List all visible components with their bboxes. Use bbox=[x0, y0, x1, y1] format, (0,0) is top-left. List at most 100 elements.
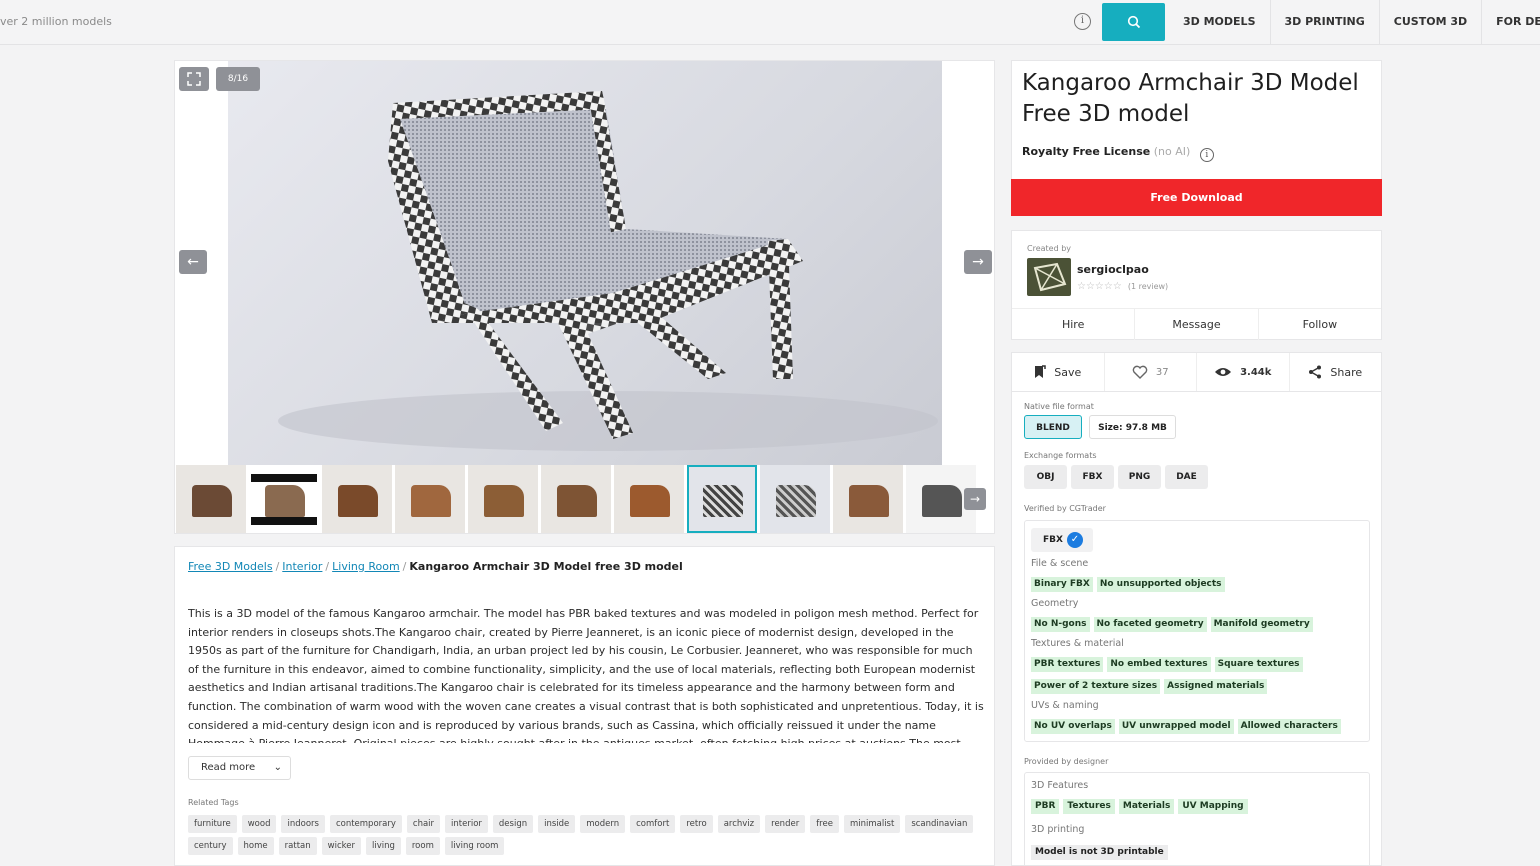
model-gallery: 8/16 ← → → bbox=[174, 60, 995, 534]
avatar[interactable] bbox=[1027, 258, 1071, 296]
verify-row: Binary FBX No unsupported objects bbox=[1031, 577, 1225, 592]
thumbnail[interactable] bbox=[176, 465, 246, 533]
verify-group-title: Textures & material bbox=[1031, 638, 1124, 649]
provided-label: Provided by designer bbox=[1024, 757, 1109, 766]
creator-actions: Hire Message Follow bbox=[1012, 308, 1381, 340]
share-button[interactable]: Share bbox=[1290, 353, 1382, 391]
related-tag[interactable]: modern bbox=[580, 815, 626, 833]
related-tag[interactable]: rattan bbox=[278, 837, 317, 855]
license-name[interactable]: Royalty Free License bbox=[1022, 145, 1150, 158]
verify-tag: No UV overlaps bbox=[1031, 719, 1115, 734]
thumbnail[interactable] bbox=[760, 465, 830, 533]
top-bar: ver 2 million models i 3D MODELS 3D PRIN… bbox=[0, 0, 1540, 45]
feature-tag: Materials bbox=[1118, 799, 1175, 814]
info-icon[interactable]: i bbox=[1074, 13, 1091, 30]
related-tag[interactable]: retro bbox=[680, 815, 713, 833]
related-tag[interactable]: chair bbox=[406, 815, 441, 833]
related-tag[interactable]: living bbox=[365, 837, 401, 855]
feature-tag: Textures bbox=[1063, 799, 1115, 814]
related-tag[interactable]: century bbox=[188, 837, 233, 855]
features-title: 3D Features bbox=[1031, 780, 1089, 791]
creator-name[interactable]: sergioclpao bbox=[1077, 263, 1149, 276]
review-count[interactable]: (1 review) bbox=[1128, 282, 1168, 291]
nav-3d-models[interactable]: 3D MODELS bbox=[1169, 0, 1271, 44]
related-tag[interactable]: free bbox=[810, 815, 839, 833]
stats-bar: Save 37 3.44k Share bbox=[1011, 352, 1382, 392]
like-button[interactable]: 37 bbox=[1105, 353, 1197, 391]
thumbnails-next-button[interactable]: → bbox=[964, 488, 986, 510]
thumbnail[interactable] bbox=[614, 465, 684, 533]
thumbnail[interactable] bbox=[468, 465, 538, 533]
save-label: Save bbox=[1054, 365, 1082, 379]
related-tag[interactable]: indoors bbox=[281, 815, 325, 833]
breadcrumb-interior[interactable]: Interior bbox=[282, 560, 322, 573]
heart-icon bbox=[1132, 365, 1148, 379]
thumbnail[interactable] bbox=[541, 465, 611, 533]
thumbnail-active[interactable] bbox=[687, 465, 757, 533]
format-dae[interactable]: DAE bbox=[1165, 465, 1208, 489]
bookmark-icon bbox=[1035, 365, 1046, 378]
native-format-badge[interactable]: BLEND bbox=[1024, 415, 1082, 439]
fullscreen-icon bbox=[187, 72, 201, 86]
message-button[interactable]: Message bbox=[1135, 309, 1259, 340]
verify-row: No UV overlaps UV unwrapped model Allowe… bbox=[1031, 719, 1341, 734]
main-nav: 3D MODELS 3D PRINTING CUSTOM 3D FOR DESI… bbox=[1169, 0, 1540, 44]
hire-button[interactable]: Hire bbox=[1012, 309, 1136, 340]
related-tag[interactable]: comfort bbox=[630, 815, 676, 833]
format-fbx[interactable]: FBX bbox=[1071, 465, 1114, 489]
related-tag[interactable]: interior bbox=[445, 815, 488, 833]
related-tag[interactable]: design bbox=[492, 815, 534, 833]
free-download-button[interactable]: Free Download bbox=[1011, 179, 1382, 216]
thumbnail-strip bbox=[176, 465, 994, 533]
prev-image-button[interactable]: ← bbox=[179, 250, 207, 274]
format-png[interactable]: PNG bbox=[1118, 465, 1161, 489]
breadcrumb-separator: / bbox=[275, 560, 280, 573]
file-size-badge: Size: 97.8 MB bbox=[1089, 415, 1176, 439]
exchange-formats-label: Exchange formats bbox=[1024, 451, 1097, 460]
title-line-2: Free 3D model bbox=[1022, 101, 1190, 127]
info-icon[interactable]: i bbox=[1199, 148, 1214, 162]
related-tag[interactable]: home bbox=[237, 837, 274, 855]
related-tag[interactable]: render bbox=[765, 815, 806, 833]
breadcrumb-living-room[interactable]: Living Room bbox=[332, 560, 400, 573]
related-tag[interactable]: minimalist bbox=[843, 815, 901, 833]
main-preview-image[interactable] bbox=[228, 61, 942, 465]
related-tag[interactable]: scandinavian bbox=[905, 815, 974, 833]
fullscreen-button[interactable] bbox=[179, 67, 209, 91]
related-tag[interactable]: furniture bbox=[188, 815, 237, 833]
related-tag[interactable]: wicker bbox=[321, 837, 361, 855]
thumbnail[interactable] bbox=[395, 465, 465, 533]
related-tag[interactable]: inside bbox=[538, 815, 576, 833]
related-tag[interactable]: contemporary bbox=[329, 815, 402, 833]
related-tag[interactable]: archviz bbox=[717, 815, 761, 833]
search-hint[interactable]: ver 2 million models bbox=[0, 15, 112, 28]
thumbnail[interactable] bbox=[322, 465, 392, 533]
thumbnail[interactable] bbox=[833, 465, 903, 533]
related-tag[interactable]: wood bbox=[241, 815, 277, 833]
read-more-button[interactable]: Read more ⌄ bbox=[188, 756, 291, 780]
verify-tag: Square textures bbox=[1214, 657, 1303, 672]
description-card: Free 3D Models / Interior / Living Room / Kang… bbox=[174, 546, 995, 866]
breadcrumb-free-3d-models[interactable]: Free 3D Models bbox=[188, 560, 273, 573]
printing-row: Model is not 3D printable bbox=[1031, 845, 1168, 860]
save-button[interactable]: Save bbox=[1012, 353, 1105, 391]
nav-for-designers[interactable]: FOR DESIGNERS bbox=[1482, 0, 1540, 44]
search-button[interactable] bbox=[1102, 3, 1165, 41]
related-tag[interactable]: living room bbox=[444, 837, 505, 855]
related-tag[interactable]: room bbox=[405, 837, 440, 855]
feature-tag: PBR bbox=[1031, 799, 1060, 814]
next-image-button[interactable]: → bbox=[964, 250, 992, 274]
verify-group-title: Geometry bbox=[1031, 598, 1079, 609]
formats-card: Native file format BLEND Size: 97.8 MB E… bbox=[1011, 392, 1382, 866]
format-obj[interactable]: OBJ bbox=[1024, 465, 1067, 489]
nav-3d-printing[interactable]: 3D PRINTING bbox=[1271, 0, 1380, 44]
verified-label: Verified by CGTrader bbox=[1024, 504, 1106, 513]
related-tags-title: Related Tags bbox=[188, 798, 239, 807]
printing-title: 3D printing bbox=[1031, 824, 1085, 835]
thumbnail[interactable] bbox=[249, 465, 319, 533]
breadcrumb-separator: / bbox=[325, 560, 330, 573]
verified-check-icon: ✓ bbox=[1067, 532, 1083, 548]
follow-button[interactable]: Follow bbox=[1259, 309, 1381, 340]
nav-custom-3d[interactable]: CUSTOM 3D bbox=[1380, 0, 1483, 44]
arrow-right-icon: → bbox=[972, 254, 984, 270]
